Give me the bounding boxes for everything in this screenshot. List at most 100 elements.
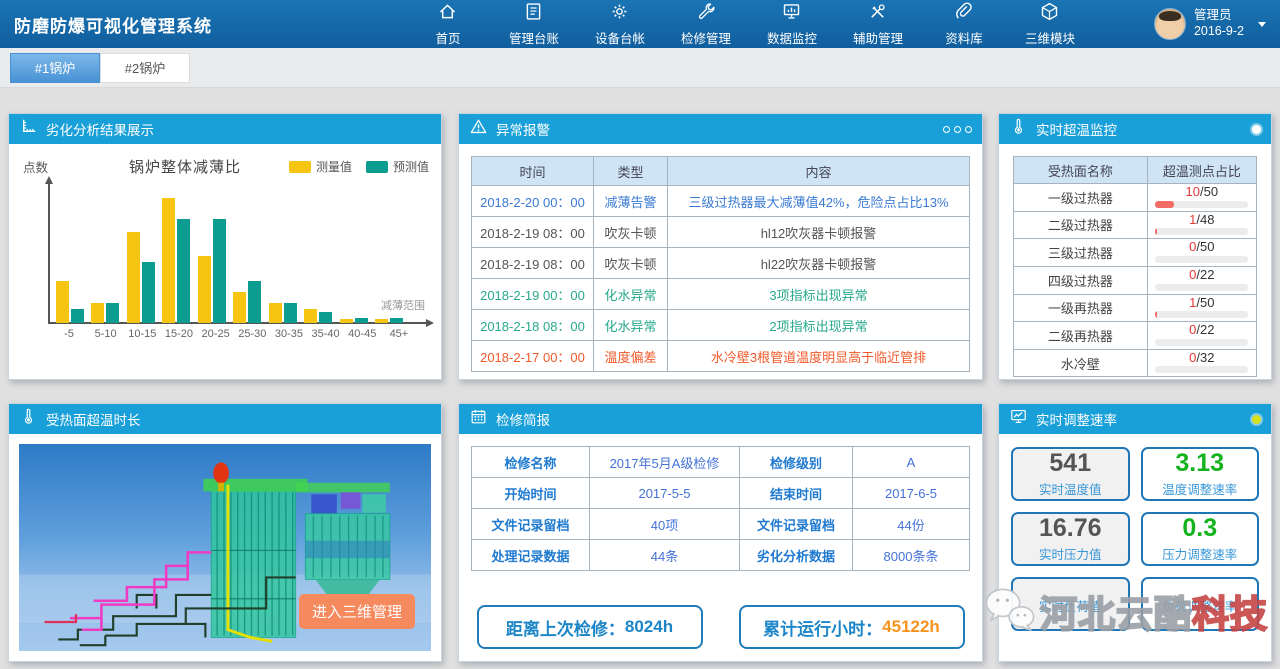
tab-boiler-2[interactable]: #2锅炉 <box>100 53 190 83</box>
overtemp-ratio: 0/32 <box>1148 351 1256 365</box>
rate-card: 541 实时温度值 <box>1011 447 1130 501</box>
panel-title: 检修简报 <box>496 409 550 429</box>
bar-group <box>375 318 403 323</box>
chart-y-label: 点数 <box>23 157 81 176</box>
progress-bar <box>1155 201 1248 208</box>
progress-fill <box>1155 311 1157 318</box>
nav-item-首页[interactable]: 首页 <box>422 1 474 47</box>
panel-menu-dots[interactable] <box>943 126 972 133</box>
alarm-content: hl12吹灰器卡顿报警 <box>668 217 970 248</box>
table-row: 水冷壁0/32 <box>1014 349 1257 377</box>
nav-item-数据监控[interactable]: 数据监控 <box>766 1 818 47</box>
user-date: 2016-9-2 <box>1194 24 1244 40</box>
alarm-type: 吹灰卡顿 <box>594 217 668 248</box>
x-tick: 30-35 <box>271 328 307 340</box>
gear-icon <box>609 1 630 27</box>
stat-button-value: 8024h <box>625 617 673 637</box>
column-header: 超温测点占比 <box>1147 157 1256 184</box>
bar-group <box>233 281 261 324</box>
overtemp-ratio-cell: 1/48 <box>1147 211 1256 239</box>
panel-title: 劣化分析结果展示 <box>46 119 154 139</box>
overtemp-ratio-cell: 0/22 <box>1147 322 1256 350</box>
panel-overtemp-duration-3d: 受热面超温时长 <box>8 403 442 662</box>
bar-测量值 <box>375 319 388 323</box>
nav-item-label: 资料库 <box>945 28 983 47</box>
rate-label: 负荷调整速率 <box>1162 596 1237 615</box>
rate-label: 实时负荷值 <box>1039 596 1102 615</box>
legend-swatch-icon <box>289 161 311 173</box>
stat-button[interactable]: 累计运行小时：45122h <box>739 605 965 649</box>
stat-button-label: 累计运行小时： <box>763 615 882 640</box>
alarm-time: 2018-2-19 08：00 <box>472 248 594 279</box>
dashboard: 劣化分析结果展示 点数 锅炉整体减薄比 测量值预测值 减薄范围 -55-1010… <box>0 88 1280 662</box>
user-name: 管理员 <box>1194 8 1244 24</box>
bar-group <box>304 309 332 323</box>
table-row: 2018-2-20 00：00减薄告警三级过热器最大减薄值42%，危险点占比13… <box>472 186 970 217</box>
boiler-tabs: #1锅炉#2锅炉 <box>0 48 1280 88</box>
nav-item-设备台帐[interactable]: 设备台帐 <box>594 1 646 47</box>
x-tick: 20-25 <box>198 328 234 340</box>
panel-abnormal-alarms: 异常报警 时间类型内容 2018-2-20 00：00减薄告警三级过热器最大减薄… <box>458 113 983 380</box>
table-row: 三级过热器0/50 <box>1014 239 1257 267</box>
surface-name: 三级过热器 <box>1014 239 1148 267</box>
bar-测量值 <box>56 281 69 324</box>
table-row: 处理记录数据44条劣化分析数据8000条条 <box>472 540 970 571</box>
nav-item-label: 辅助管理 <box>853 28 903 47</box>
alarm-content: 水冷壁3根管道温度明显高于临近管排 <box>668 341 970 372</box>
alarm-type: 化水异常 <box>594 279 668 310</box>
alarm-content: 2项指标出现异常 <box>668 310 970 341</box>
bar-group <box>340 318 368 323</box>
overtemp-ratio: 0/22 <box>1148 323 1256 337</box>
tab-boiler-1[interactable]: #1锅炉 <box>10 53 100 83</box>
progress-bar <box>1155 228 1248 235</box>
main-nav: 首页管理台账设备台帐检修管理数据监控辅助管理 资料库 三维模块 <box>354 1 1144 47</box>
rate-value: 541 <box>1049 450 1091 476</box>
overtemp-count: 10 <box>1186 184 1200 199</box>
brief-label: 开始时间 <box>472 478 590 509</box>
status-dot-icon <box>1252 415 1261 424</box>
alarm-type: 减薄告警 <box>594 186 668 217</box>
bar-group <box>269 303 297 323</box>
nav-item-三维模块[interactable]: 三维模块 <box>1024 1 1076 47</box>
bar-测量值 <box>340 319 353 323</box>
progress-fill <box>1155 201 1174 208</box>
table-row: 2018-2-19 00：00化水异常3项指标出现异常 <box>472 279 970 310</box>
progress-bar <box>1155 311 1248 318</box>
user-info[interactable]: 管理员 2016-9-2 <box>1154 8 1266 40</box>
alarm-time: 2018-2-20 00：00 <box>472 186 594 217</box>
brief-value: 2017-5-5 <box>590 478 740 509</box>
overtemp-ratio-cell: 0/50 <box>1147 239 1256 267</box>
rate-value: 0.3 <box>1182 515 1217 541</box>
brief-label: 检修名称 <box>472 447 590 478</box>
nav-item-检修管理[interactable]: 检修管理 <box>680 1 732 47</box>
nav-item-资料库[interactable]: 资料库 <box>938 1 990 47</box>
bar-预测值 <box>71 309 84 323</box>
bar-group <box>56 281 84 324</box>
brief-label: 文件记录留档 <box>740 509 853 540</box>
alarm-type: 温度偏差 <box>594 341 668 372</box>
rate-card: 3.13温度调整速率 <box>1141 447 1260 501</box>
table-row: 文件记录留档40项文件记录留档44份 <box>472 509 970 540</box>
overtemp-total: /32 <box>1196 350 1214 365</box>
alarm-time: 2018-2-19 08：00 <box>472 217 594 248</box>
panel-adjust-rates: 实时调整速率 541实时温度值3.13温度调整速率16.76实时压力值0.3压力… <box>998 403 1272 662</box>
overtemp-ratio: 0/22 <box>1148 268 1256 282</box>
monitor-icon <box>781 1 802 27</box>
warning-icon <box>469 117 488 141</box>
bar-预测值 <box>213 219 226 323</box>
rate-label: 实时温度值 <box>1039 479 1102 498</box>
nav-item-管理台账[interactable]: 管理台账 <box>508 1 560 47</box>
surface-name: 一级过热器 <box>1014 184 1148 212</box>
enter-3d-management-button[interactable]: 进入三维管理 <box>299 594 415 629</box>
bar-预测值 <box>248 281 261 324</box>
progress-bar <box>1155 284 1248 291</box>
bar-group <box>162 198 190 323</box>
dropdown-caret-icon[interactable] <box>1258 22 1266 27</box>
rate-card: 0.3压力调整速率 <box>1141 512 1260 566</box>
nav-item-辅助管理[interactable]: 辅助管理 <box>852 1 904 47</box>
thermometer-icon <box>19 407 38 431</box>
alarm-type: 吹灰卡顿 <box>594 248 668 279</box>
stat-button[interactable]: 距离上次检修：8024h <box>477 605 703 649</box>
bar-测量值 <box>304 309 317 323</box>
rate-card: 负荷调整速率 <box>1141 577 1260 631</box>
